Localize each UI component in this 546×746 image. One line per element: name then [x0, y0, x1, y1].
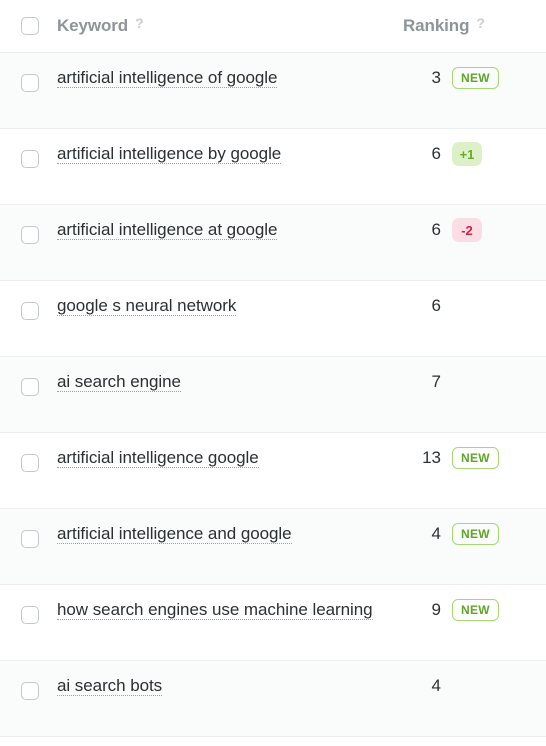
status-badge: NEW: [452, 599, 499, 621]
status-badge: +1: [452, 142, 482, 166]
table-row[interactable]: ai search engine 7: [0, 357, 546, 433]
keyword-cell: how search engines use machine learning: [57, 585, 400, 623]
keyword-cell: ai search bots: [57, 661, 400, 699]
ranking-badge-slot: +1: [441, 141, 546, 167]
table-header-row: Keyword ? Ranking ?: [0, 0, 546, 53]
row-checkbox[interactable]: [21, 606, 39, 624]
ranking-value: 6: [431, 144, 441, 163]
select-all-checkbox[interactable]: [21, 17, 39, 35]
row-select-cell: [0, 585, 57, 624]
ranking-value: 9: [431, 600, 441, 619]
keyword-link[interactable]: google s neural network: [57, 296, 236, 316]
ranking-badge-slot: NEW: [441, 597, 546, 623]
table-row[interactable]: artificial intelligence and google 4 NEW: [0, 509, 546, 585]
column-header-keyword-label: Keyword: [57, 16, 129, 35]
ranking-badge-slot: -2: [441, 217, 546, 243]
ranking-cell: 6 -2: [400, 205, 546, 243]
keyword-cell: artificial intelligence at google: [57, 205, 400, 243]
table-row[interactable]: artificial intelligence of google 3 NEW: [0, 53, 546, 129]
ranking-value: 7: [431, 372, 441, 391]
status-badge: NEW: [452, 447, 499, 469]
keyword-link[interactable]: ai search engine: [57, 372, 181, 392]
row-select-cell: [0, 661, 57, 700]
row-checkbox[interactable]: [21, 682, 39, 700]
keyword-link[interactable]: artificial intelligence and google: [57, 524, 292, 544]
table-row[interactable]: google s neural network 6: [0, 281, 546, 357]
table-row[interactable]: artificial intelligence by google 6 +1: [0, 129, 546, 205]
select-all-cell: [0, 17, 57, 35]
ranking-badge-slot: NEW: [441, 521, 546, 547]
status-badge: NEW: [452, 67, 499, 89]
row-checkbox[interactable]: [21, 454, 39, 472]
ranking-cell: 13 NEW: [400, 433, 546, 471]
ranking-cell: 6: [400, 281, 546, 319]
ranking-value: 4: [431, 524, 441, 543]
row-select-cell: [0, 509, 57, 548]
keyword-link[interactable]: artificial intelligence by google: [57, 144, 281, 164]
keyword-link[interactable]: artificial intelligence at google: [57, 220, 277, 240]
keyword-link[interactable]: artificial intelligence of google: [57, 68, 277, 88]
column-header-keyword[interactable]: Keyword ?: [57, 16, 400, 36]
status-badge: -2: [452, 218, 482, 242]
keyword-cell: artificial intelligence by google: [57, 129, 400, 167]
row-select-cell: [0, 129, 57, 168]
ranking-cell: 9 NEW: [400, 585, 546, 623]
ranking-value: 6: [431, 296, 441, 315]
status-badge: NEW: [452, 523, 499, 545]
keyword-link[interactable]: ai search bots: [57, 676, 162, 696]
ranking-badge-slot: [441, 293, 546, 319]
ranking-badge-slot: NEW: [441, 65, 546, 91]
ranking-cell: 3 NEW: [400, 53, 546, 91]
row-select-cell: [0, 357, 57, 396]
help-icon[interactable]: ?: [135, 16, 144, 30]
keyword-cell: google s neural network: [57, 281, 400, 319]
ranking-cell: 7: [400, 357, 546, 395]
keyword-cell: artificial intelligence of google: [57, 53, 400, 91]
ranking-value: 6: [431, 220, 441, 239]
row-checkbox[interactable]: [21, 74, 39, 92]
keyword-link[interactable]: how search engines use machine learning: [57, 600, 373, 620]
keyword-ranking-table: Keyword ? Ranking ? artificial intellige…: [0, 0, 546, 746]
column-header-ranking-label: Ranking: [403, 16, 470, 35]
ranking-cell: 4: [400, 661, 546, 699]
row-select-cell: [0, 281, 57, 320]
ranking-badge-slot: [441, 369, 546, 395]
keyword-cell: ai search engine: [57, 357, 400, 395]
keyword-cell: artificial intelligence and google: [57, 509, 400, 547]
table-row[interactable]: artificial intelligence at google 6 -2: [0, 205, 546, 281]
row-select-cell: [0, 433, 57, 472]
table-body: artificial intelligence of google 3 NEW art…: [0, 53, 546, 737]
ranking-cell: 4 NEW: [400, 509, 546, 547]
ranking-value: 4: [431, 676, 441, 695]
ranking-cell: 6 +1: [400, 129, 546, 167]
ranking-badge-slot: [441, 673, 546, 699]
keyword-link[interactable]: artificial intelligence google: [57, 448, 259, 468]
ranking-value: 3: [431, 68, 441, 87]
column-header-ranking[interactable]: Ranking ?: [400, 16, 546, 36]
row-checkbox[interactable]: [21, 530, 39, 548]
table-row[interactable]: artificial intelligence google 13 NEW: [0, 433, 546, 509]
ranking-badge-slot: NEW: [441, 445, 546, 471]
help-icon[interactable]: ?: [476, 16, 485, 30]
ranking-value: 13: [422, 448, 441, 467]
row-checkbox[interactable]: [21, 226, 39, 244]
row-select-cell: [0, 53, 57, 92]
row-checkbox[interactable]: [21, 378, 39, 396]
row-checkbox[interactable]: [21, 150, 39, 168]
table-row[interactable]: how search engines use machine learning 9…: [0, 585, 546, 661]
row-select-cell: [0, 205, 57, 244]
row-checkbox[interactable]: [21, 302, 39, 320]
table-row[interactable]: ai search bots 4: [0, 661, 546, 737]
keyword-cell: artificial intelligence google: [57, 433, 400, 471]
